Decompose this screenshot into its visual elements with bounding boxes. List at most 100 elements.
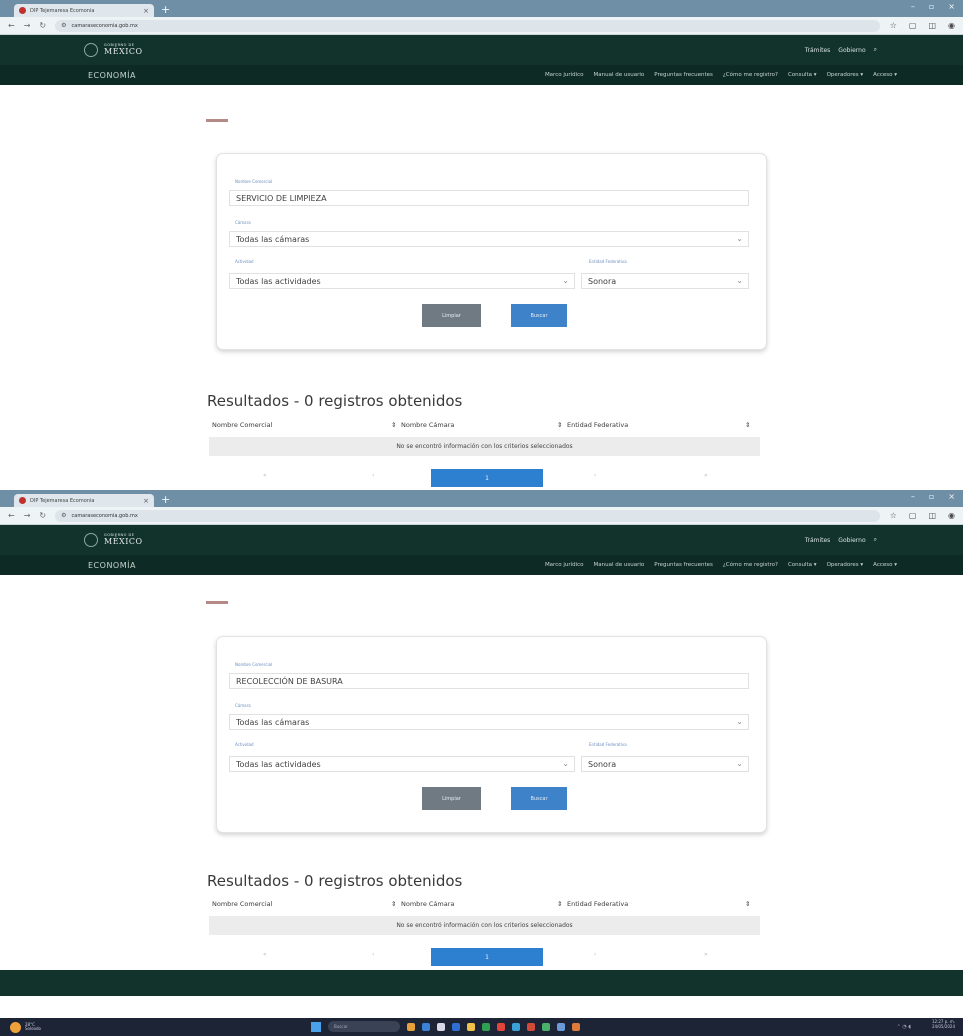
nav-operadores[interactable]: Operadores ▾ <box>827 562 864 568</box>
page-last[interactable]: » <box>704 951 708 958</box>
app-icon[interactable] <box>557 1022 565 1031</box>
browser-tab[interactable]: DIP Tejemaresa Ecomonia × <box>14 494 154 507</box>
col-nombre-comercial[interactable]: Nombre Comercial <box>212 421 272 429</box>
maximize-icon[interactable]: ▫ <box>929 2 934 11</box>
close-window-icon[interactable]: × <box>948 2 955 11</box>
sidebar-icon[interactable]: ◫ <box>928 511 936 520</box>
file-explorer-icon[interactable] <box>407 1022 415 1031</box>
sort-icon[interactable]: ⇕ <box>391 421 396 429</box>
taskbar-search[interactable]: Buscar <box>328 1021 400 1032</box>
app-icon[interactable] <box>542 1022 550 1031</box>
clock[interactable]: 12:27 p. m. 24/05/2024 <box>932 1019 955 1030</box>
gov-logo[interactable]: GOBIERNO DE MÉXICO <box>84 43 143 57</box>
page-next[interactable]: › <box>594 472 596 479</box>
sort-icon[interactable]: ⇕ <box>391 900 396 908</box>
nombre-comercial-input[interactable]: SERVICIO DE LIMPIEZA <box>229 190 749 206</box>
nav-preguntas[interactable]: Preguntas frecuentes <box>654 562 713 568</box>
link-gobierno[interactable]: Gobierno <box>838 47 865 54</box>
profile-icon[interactable]: ◉ <box>948 511 955 520</box>
col-nombre-camara[interactable]: Nombre Cámara <box>401 900 454 908</box>
entidad-select[interactable]: Sonora ⌄ <box>581 273 749 289</box>
site-info-icon[interactable]: ⚙ <box>61 512 66 519</box>
system-tray-icons[interactable]: ⌃ ◔ ◖ <box>897 1024 911 1030</box>
col-entidad-federativa[interactable]: Entidad Federativa <box>567 900 628 908</box>
sort-icon[interactable]: ⇕ <box>557 421 562 429</box>
limpiar-button[interactable]: Limpiar <box>422 304 481 327</box>
minimize-icon[interactable]: – <box>911 2 915 11</box>
windows-start-icon[interactable] <box>311 1021 321 1032</box>
folder-icon[interactable] <box>467 1022 475 1031</box>
link-gobierno[interactable]: Gobierno <box>838 537 865 544</box>
brand-economia[interactable]: ECONOMÍA <box>88 561 136 570</box>
app-icon[interactable] <box>572 1022 580 1031</box>
minimize-icon[interactable]: – <box>911 492 915 501</box>
app-icon[interactable] <box>437 1022 445 1031</box>
maximize-icon[interactable]: ▫ <box>929 492 934 501</box>
close-tab-icon[interactable]: × <box>143 497 149 505</box>
app-icon[interactable] <box>482 1022 490 1031</box>
camara-select[interactable]: Todas las cámaras ⌄ <box>229 714 749 730</box>
nav-manual-usuario[interactable]: Manual de usuario <box>594 562 645 568</box>
col-nombre-camara[interactable]: Nombre Cámara <box>401 421 454 429</box>
new-tab-icon[interactable]: + <box>161 493 170 506</box>
edge-icon[interactable] <box>452 1022 460 1031</box>
back-icon[interactable]: ← <box>8 511 15 520</box>
nav-como-registro[interactable]: ¿Cómo me registro? <box>723 72 778 78</box>
site-info-icon[interactable]: ⚙ <box>61 22 66 29</box>
sort-icon[interactable]: ⇕ <box>557 900 562 908</box>
url-field[interactable]: ⚙ camaraseconomia.gob.mx <box>55 509 880 522</box>
nav-como-registro[interactable]: ¿Cómo me registro? <box>723 562 778 568</box>
link-tramites[interactable]: Trámites <box>805 537 831 544</box>
search-icon[interactable]: ⌕ <box>874 536 877 544</box>
page-first[interactable]: « <box>263 472 267 479</box>
buscar-button[interactable]: Buscar <box>511 304 567 327</box>
reload-icon[interactable]: ↻ <box>39 511 46 520</box>
page-prev[interactable]: ‹ <box>372 951 374 958</box>
link-tramites[interactable]: Trámites <box>805 47 831 54</box>
page-next[interactable]: › <box>594 951 596 958</box>
nav-operadores[interactable]: Operadores ▾ <box>827 72 864 78</box>
camara-select[interactable]: Todas las cámaras ⌄ <box>229 231 749 247</box>
forward-icon[interactable]: → <box>24 511 31 520</box>
profile-icon[interactable]: ◉ <box>948 21 955 30</box>
sidebar-icon[interactable]: ◫ <box>928 21 936 30</box>
new-tab-icon[interactable]: + <box>161 3 170 16</box>
browser-tab[interactable]: DIP Tejemaresa Ecomonia × <box>14 4 154 17</box>
url-field[interactable]: ⚙ camaraseconomia.gob.mx <box>55 19 880 32</box>
page-current[interactable]: 1 <box>431 948 543 966</box>
col-nombre-comercial[interactable]: Nombre Comercial <box>212 900 272 908</box>
extensions-icon[interactable]: ▢ <box>909 511 917 520</box>
back-icon[interactable]: ← <box>8 21 15 30</box>
nav-marco-juridico[interactable]: Marco jurídico <box>545 72 584 78</box>
bookmark-star-icon[interactable]: ☆ <box>890 511 897 520</box>
nav-preguntas[interactable]: Preguntas frecuentes <box>654 72 713 78</box>
nav-acceso[interactable]: Acceso ▾ <box>873 562 897 568</box>
brand-economia[interactable]: ECONOMÍA <box>88 71 136 80</box>
limpiar-button[interactable]: Limpiar <box>422 787 481 810</box>
reload-icon[interactable]: ↻ <box>39 21 46 30</box>
page-last[interactable]: » <box>704 472 708 479</box>
app-icon[interactable] <box>512 1022 520 1031</box>
actividad-select[interactable]: Todas las actividades ⌄ <box>229 273 575 289</box>
chrome-icon[interactable] <box>497 1022 505 1031</box>
app-icon[interactable] <box>527 1022 535 1031</box>
actividad-select[interactable]: Todas las actividades ⌄ <box>229 756 575 772</box>
sort-icon[interactable]: ⇕ <box>745 421 750 429</box>
sort-icon[interactable]: ⇕ <box>745 900 750 908</box>
nav-manual-usuario[interactable]: Manual de usuario <box>594 72 645 78</box>
search-icon[interactable]: ⌕ <box>874 46 877 54</box>
bookmark-star-icon[interactable]: ☆ <box>890 21 897 30</box>
entidad-select[interactable]: Sonora ⌄ <box>581 756 749 772</box>
forward-icon[interactable]: → <box>24 21 31 30</box>
nombre-comercial-input[interactable]: RECOLECCIÓN DE BASURA <box>229 673 749 689</box>
weather-widget[interactable]: 28°C Soleado <box>10 1021 41 1033</box>
col-entidad-federativa[interactable]: Entidad Federativa <box>567 421 628 429</box>
nav-consulta[interactable]: Consulta ▾ <box>788 562 817 568</box>
page-prev[interactable]: ‹ <box>372 472 374 479</box>
nav-marco-juridico[interactable]: Marco jurídico <box>545 562 584 568</box>
buscar-button[interactable]: Buscar <box>511 787 567 810</box>
extensions-icon[interactable]: ▢ <box>909 21 917 30</box>
close-tab-icon[interactable]: × <box>143 7 149 15</box>
nav-acceso[interactable]: Acceso ▾ <box>873 72 897 78</box>
gov-logo[interactable]: GOBIERNO DE MÉXICO <box>84 533 143 547</box>
